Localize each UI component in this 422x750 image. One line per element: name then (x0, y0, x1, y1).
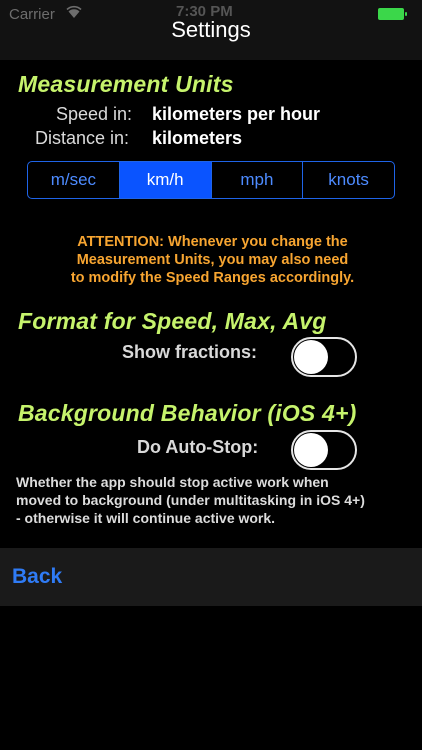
show-fractions-toggle[interactable] (291, 337, 357, 377)
toggle-knob (294, 340, 328, 374)
distance-label: Distance in: (35, 128, 130, 148)
segment-km-h[interactable]: km/h (119, 162, 212, 198)
attention-line-2: Measurement Units, you may also need (76, 252, 349, 268)
auto-stop-label: Do Auto-Stop: (137, 437, 259, 457)
units-segmented-control: m/sec km/h mph knots (27, 161, 395, 199)
segment-mph[interactable]: mph (212, 162, 304, 198)
segment-knots[interactable]: knots (303, 162, 394, 198)
attention-line-1: ATTENTION: Whenever you change the (77, 234, 348, 250)
toggle-knob (294, 433, 328, 467)
format-heading: Format for Speed, Max, Avg (18, 308, 327, 334)
background-description: Whether the app should stop active work … (16, 473, 416, 527)
speed-label: Speed in: (56, 104, 133, 124)
attention-note: ATTENTION: Whenever you change the Measu… (40, 233, 385, 287)
distance-value: kilometers (152, 128, 243, 148)
desc-line-2: moved to background (under multitasking … (16, 492, 365, 508)
segment-m-sec[interactable]: m/sec (28, 162, 120, 198)
measurement-units-heading: Measurement Units (18, 71, 234, 97)
auto-stop-toggle[interactable] (291, 430, 357, 470)
attention-line-3: to modify the Speed Ranges accordingly. (70, 270, 355, 286)
page-title: Settings (171, 17, 251, 42)
navigation-bar: Carrier 7:30 PM Settings (0, 0, 422, 60)
background-behavior-heading: Background Behavior (iOS 4+) (18, 400, 357, 426)
show-fractions-label: Show fractions: (122, 342, 258, 362)
desc-line-1: Whether the app should stop active work … (16, 474, 329, 490)
bottom-toolbar: Back (0, 548, 422, 606)
back-button[interactable]: Back (12, 565, 62, 589)
speed-value: kilometers per hour (152, 104, 321, 124)
desc-line-3: - otherwise it will continue active work… (16, 510, 276, 526)
